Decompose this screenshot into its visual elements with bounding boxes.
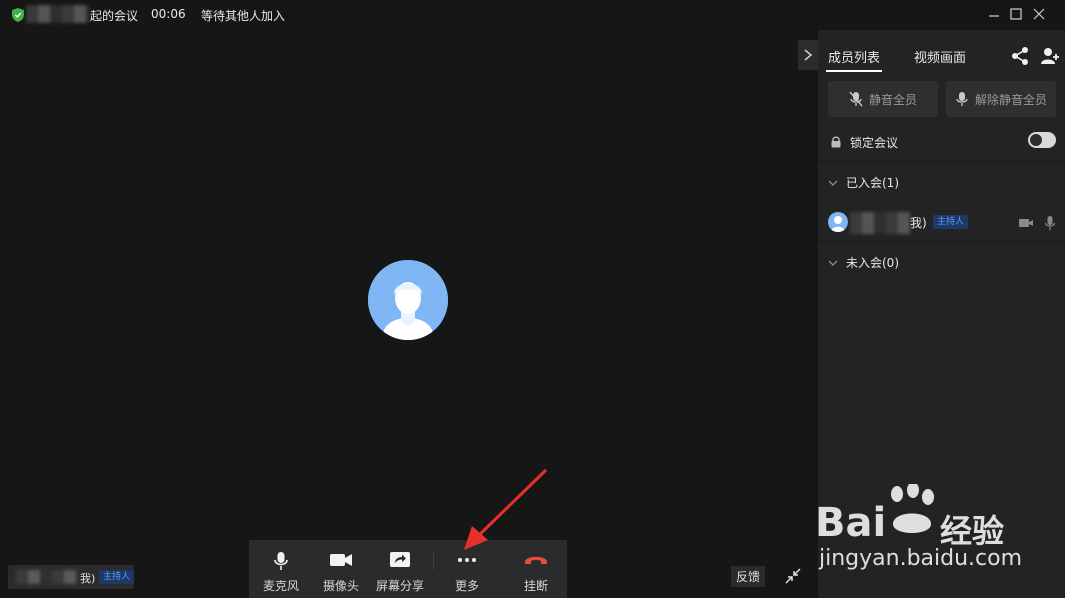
collapse-panel-button[interactable] [798, 40, 818, 70]
camera-button[interactable]: 摄像头 [311, 540, 371, 598]
unmute-all-label: 解除静音全员 [974, 92, 1047, 107]
member-avatar [828, 212, 848, 232]
unmute-all-button[interactable]: 解除静音全员 [946, 81, 1056, 117]
camera-icon[interactable] [1018, 215, 1034, 231]
redacted-self-name [16, 570, 80, 584]
share-icon[interactable] [1010, 46, 1030, 66]
add-member-icon[interactable] [1040, 46, 1060, 66]
panel-tabs: 成员列表 视频画面 [818, 30, 1065, 74]
waiting-status: 等待其他人加入 [201, 9, 286, 23]
chevron-right-icon [804, 49, 813, 61]
chevron-down-icon [828, 260, 838, 266]
lock-meeting-toggle[interactable] [1028, 132, 1056, 148]
joined-section-header[interactable]: 已入会(1) [818, 174, 1065, 194]
default-avatar-icon [368, 260, 448, 340]
microphone-icon [956, 92, 968, 106]
lock-meeting-row: 锁定会议 [818, 128, 1065, 162]
meeting-timer: 00:06 [151, 7, 186, 21]
microphone-icon [274, 552, 288, 570]
feedback-button[interactable]: 反馈 [731, 566, 766, 587]
microphone-button[interactable]: 麦克风 [251, 540, 311, 598]
more-icon [458, 558, 476, 562]
meeting-title: 起的会议 [90, 9, 139, 23]
screen-share-button[interactable]: 屏幕分享 [370, 540, 430, 598]
watermark-brand: Bai [815, 500, 887, 546]
camera-icon [330, 554, 352, 566]
mute-all-button[interactable]: 静音全员 [828, 81, 938, 117]
screen-share-icon [390, 552, 410, 567]
tab-member-list[interactable]: 成员列表 [825, 47, 883, 72]
hangup-icon [525, 556, 547, 564]
screen-share-label: 屏幕分享 [375, 579, 424, 593]
participant-avatar [368, 260, 448, 340]
member-name-suffix: 我) [910, 216, 927, 230]
lock-icon [831, 136, 841, 148]
baidu-jingyan-watermark: Bai 经验 jingyan.baidu.com [815, 480, 1065, 598]
title-bar: 起的会议 00:06 等待其他人加入 [0, 0, 818, 30]
minimize-icon[interactable] [986, 6, 1002, 22]
toolbar-divider [433, 552, 434, 570]
hangup-label: 挂断 [523, 579, 548, 593]
redacted-host-name [26, 5, 90, 23]
not-joined-section-header[interactable]: 未入会(0) [818, 254, 1065, 274]
host-badge: 主持人 [99, 570, 134, 584]
joined-section-label: 已入会(1) [846, 176, 899, 190]
redacted-member-name [850, 212, 910, 234]
exit-fullscreen-icon[interactable] [784, 567, 802, 585]
chevron-down-icon [828, 180, 838, 186]
self-name-tag: 我) 主持人 [8, 565, 134, 589]
mute-all-label: 静音全员 [868, 92, 917, 107]
microphone-icon[interactable] [1042, 215, 1058, 231]
lock-meeting-label: 锁定会议 [850, 136, 899, 150]
watermark-url: jingyan.baidu.com [819, 546, 1023, 571]
annotation-arrow-icon [464, 468, 548, 550]
close-icon[interactable] [1031, 6, 1047, 22]
mic-muted-icon [849, 91, 863, 107]
window-controls [985, 0, 1065, 30]
security-shield-icon [12, 8, 24, 22]
member-row[interactable]: 我) 主持人 [818, 204, 1065, 242]
microphone-label: 麦克风 [262, 579, 299, 593]
more-label: 更多 [454, 579, 479, 593]
camera-label: 摄像头 [322, 579, 359, 593]
paw-logo-icon [891, 484, 934, 533]
self-name-suffix: 我) [80, 572, 96, 585]
not-joined-section-label: 未入会(0) [846, 256, 899, 270]
host-badge: 主持人 [933, 215, 969, 229]
maximize-icon[interactable] [1008, 6, 1024, 22]
tab-video-view[interactable]: 视频画面 [914, 47, 966, 66]
default-avatar-icon [831, 216, 845, 232]
